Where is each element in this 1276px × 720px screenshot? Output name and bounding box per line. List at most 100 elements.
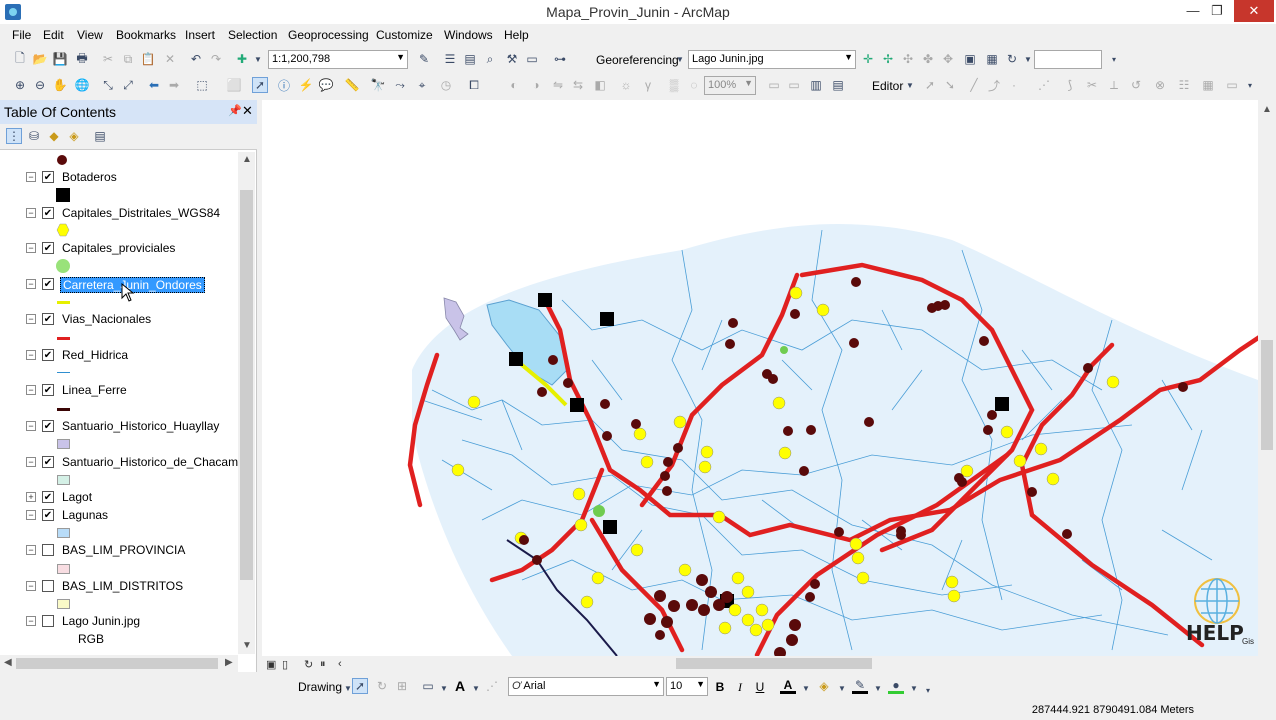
collapse-icon[interactable]: − xyxy=(26,172,36,182)
collapse-icon[interactable]: − xyxy=(26,385,36,395)
straight-segment-icon[interactable]: ╱ xyxy=(966,77,982,93)
menu-edit[interactable]: Edit xyxy=(43,28,64,42)
back-icon[interactable]: ⬅ xyxy=(146,77,162,93)
add-control-points-icon[interactable]: ✛ xyxy=(860,51,876,67)
menu-customize[interactable]: Customize xyxy=(376,28,433,42)
layer-name[interactable]: Lagunas xyxy=(60,508,110,522)
delete-link-icon[interactable]: ✥ xyxy=(940,51,956,67)
cut-polygons-icon[interactable]: ✂ xyxy=(1084,77,1100,93)
table-of-contents-icon[interactable]: ☰ xyxy=(442,51,458,67)
pan-icon[interactable]: ✋ xyxy=(52,77,68,93)
pin-icon[interactable]: 📌 xyxy=(228,104,242,117)
collapse-icon[interactable]: − xyxy=(26,421,36,431)
create-features-icon[interactable]: ▦ xyxy=(1200,77,1216,93)
menu-insert[interactable]: Insert xyxy=(185,28,215,42)
data-view-icon[interactable]: ▣ xyxy=(266,658,276,671)
layer-visibility-checkbox[interactable] xyxy=(42,580,54,592)
editor-options-icon[interactable]: ▭ xyxy=(1224,77,1240,93)
list-by-source-icon[interactable]: ⛁ xyxy=(26,128,42,144)
font-color-dropdown-icon[interactable]: ▼ xyxy=(798,680,814,696)
line-color-dropdown-icon[interactable]: ▼ xyxy=(870,680,886,696)
layer-name[interactable]: Capitales_Distritales_WGS84 xyxy=(60,206,222,220)
edit-annotation-icon[interactable]: ➘ xyxy=(942,77,958,93)
edit-tool-icon[interactable]: ➚ xyxy=(922,77,938,93)
collapse-icon[interactable]: − xyxy=(26,208,36,218)
link-table-icon[interactable]: ▦ xyxy=(984,51,1000,67)
viewer-icon[interactable]: ▣ xyxy=(962,51,978,67)
layer-visibility-checkbox[interactable]: ✔ xyxy=(42,313,54,325)
select-elements-icon[interactable]: ➚ xyxy=(352,678,368,694)
font-size-combo[interactable]: 10 ▼ xyxy=(666,677,708,696)
search-window-icon[interactable]: ⌕ xyxy=(482,51,498,67)
layout-view-icon[interactable]: ▯ xyxy=(282,658,288,671)
undo-icon[interactable]: ↶ xyxy=(188,51,204,67)
html-popup-icon[interactable]: 💬 xyxy=(318,77,334,93)
layer-name[interactable]: Red_Hidrica xyxy=(60,348,130,362)
menu-selection[interactable]: Selection xyxy=(228,28,277,42)
layer-name[interactable]: BAS_LIM_PROVINCIA xyxy=(60,543,187,557)
layout-icon-4[interactable]: ▤ xyxy=(830,77,846,93)
scroll-up-icon[interactable]: ▲ xyxy=(242,154,252,165)
layer-name[interactable]: Lagot xyxy=(60,490,94,504)
scrollbar-thumb[interactable] xyxy=(1261,340,1273,450)
layer-row-santuario-huayllay[interactable]: − ✔ Santuario_Historico_Huayllay xyxy=(0,418,238,436)
refresh-icon[interactable]: ↻ xyxy=(304,658,313,671)
fixed-zoom-in-icon[interactable]: ⤡ xyxy=(100,77,116,93)
rotate-element-icon[interactable]: ↻ xyxy=(374,678,390,694)
layer-row-vias-nacionales[interactable]: − ✔ Vias_Nacionales xyxy=(0,311,238,329)
scrollbar-thumb[interactable] xyxy=(16,658,218,669)
contrast-icon[interactable]: ◧ xyxy=(592,77,608,93)
effects-icon-1[interactable]: ◐ xyxy=(506,77,522,93)
bold-button[interactable]: B xyxy=(712,679,728,695)
effects-icon-2[interactable]: ◑ xyxy=(528,77,544,93)
transparency-combo[interactable]: 100% ▼ xyxy=(704,76,756,95)
copy-icon[interactable]: ⧉ xyxy=(120,51,136,67)
layout-icon-2[interactable]: ▭ xyxy=(786,77,802,93)
georeferencing-menu[interactable]: Georeferencing xyxy=(596,53,679,67)
collapse-icon[interactable]: − xyxy=(26,457,36,467)
swipe-icon[interactable]: ⇋ xyxy=(550,77,566,93)
fixed-zoom-out-icon[interactable]: ⤢ xyxy=(120,77,136,93)
new-document-icon[interactable]: 🗋 xyxy=(12,51,28,67)
scroll-down-icon[interactable]: ▼ xyxy=(242,640,252,651)
layer-name[interactable]: BAS_LIM_DISTRITOS xyxy=(60,579,185,593)
toc-vertical-scrollbar[interactable]: ▲ ▼ xyxy=(238,152,255,654)
rotate-edit-icon[interactable]: ↺ xyxy=(1128,77,1144,93)
restore-button[interactable]: ❐ xyxy=(1202,0,1232,22)
layer-visibility-checkbox[interactable]: ✔ xyxy=(42,349,54,361)
catalog-icon[interactable]: ▤ xyxy=(462,51,478,67)
python-window-icon[interactable]: ▭ xyxy=(524,51,540,67)
layer-row-lagot[interactable]: + ✔ Lagot xyxy=(0,489,238,507)
scrollbar-thumb[interactable] xyxy=(240,190,253,580)
line-color-icon[interactable]: ✎ xyxy=(852,678,868,694)
find-icon[interactable]: 🔭 xyxy=(370,77,386,93)
collapse-icon[interactable]: − xyxy=(26,314,36,324)
zoom-out-icon[interactable]: ⊖ xyxy=(32,77,48,93)
zoom-to-selected-link-icon[interactable]: ✤ xyxy=(920,51,936,67)
toolbar-options-icon[interactable]: ▾ xyxy=(1242,77,1258,93)
text-tool-icon[interactable]: A xyxy=(452,678,468,694)
collapse-icon[interactable]: − xyxy=(26,616,36,626)
layer-name[interactable]: Lago Junin.jpg xyxy=(60,614,142,628)
collapse-icon[interactable]: − xyxy=(26,510,36,520)
arctoolbox-icon[interactable]: ⚒ xyxy=(504,51,520,67)
layer-row-santuario-chacamarca[interactable]: − ✔ Santuario_Historico_de_Chacamarca xyxy=(0,454,238,472)
layer-name[interactable]: Capitales_proviciales xyxy=(60,241,177,255)
scroll-left-icon[interactable]: ‹ xyxy=(338,658,342,670)
layer-row-linea-ferre[interactable]: − ✔ Linea_Ferre xyxy=(0,382,238,400)
layer-row-lagunas[interactable]: − ✔ Lagunas xyxy=(0,507,238,525)
collapse-icon[interactable]: − xyxy=(26,279,36,289)
font-combo[interactable]: Ơ Arial ▼ xyxy=(508,677,664,696)
scroll-left-icon[interactable]: ◀ xyxy=(4,657,12,668)
map-horizontal-scroll-thumb[interactable] xyxy=(676,658,872,669)
menu-view[interactable]: View xyxy=(77,28,103,42)
edit-vertices-icon[interactable]: ⋰ xyxy=(484,678,500,694)
layer-visibility-checkbox[interactable]: ✔ xyxy=(42,491,54,503)
rectangle-icon[interactable]: ▭ xyxy=(420,678,436,694)
underline-button[interactable]: U xyxy=(752,679,768,695)
zoom-in-icon[interactable]: ⊕ xyxy=(12,77,28,93)
layer-row-bas-lim-provincia[interactable]: − BAS_LIM_PROVINCIA xyxy=(0,542,238,560)
point-icon[interactable]: · xyxy=(1006,77,1022,93)
print-icon[interactable]: 🖶 xyxy=(74,51,90,67)
collapse-icon[interactable]: − xyxy=(26,243,36,253)
